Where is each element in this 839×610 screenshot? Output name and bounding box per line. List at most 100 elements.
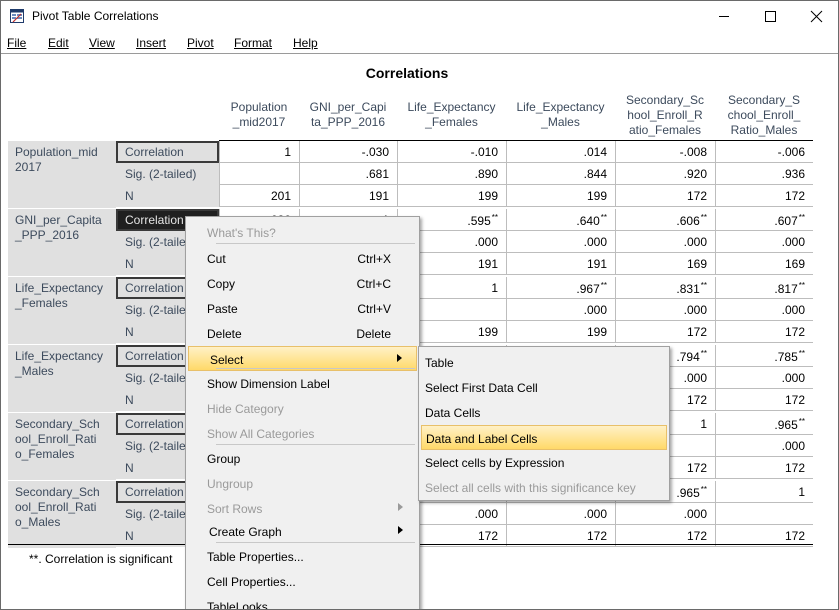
maximize-button[interactable] [747, 1, 793, 32]
select-submenu-item[interactable]: Data Cells [421, 400, 667, 425]
menu-separator [216, 368, 415, 369]
minimize-button[interactable] [701, 1, 747, 32]
table-cell[interactable]: 201 [219, 185, 299, 207]
select-submenu-item: Select all cells with this significance … [425, 481, 636, 495]
column-header[interactable]: Secondary_Sc hool_Enroll_R atio_Females [615, 90, 715, 140]
table-cell[interactable]: 172 [715, 321, 813, 343]
select-submenu-item[interactable]: Select cells by Expression [421, 450, 667, 475]
menu-insert[interactable]: Insert [136, 36, 166, 50]
table-cell[interactable]: 172 [715, 389, 813, 411]
row-group-label[interactable]: Population_mid 2017 [8, 141, 116, 208]
context-menu-item[interactable]: Copy Ctrl+C [188, 271, 417, 296]
table-cell[interactable]: .000 [715, 231, 813, 253]
table-cell[interactable]: .000 [506, 503, 615, 525]
significance-marker: ** [491, 213, 498, 222]
table-cell[interactable]: .844 [506, 163, 615, 185]
context-menu-item[interactable]: Group [188, 446, 417, 471]
table-cell[interactable]: 199 [397, 185, 506, 207]
table-cell[interactable]: .000 [715, 299, 813, 321]
menu-view[interactable]: View [89, 36, 115, 50]
close-button[interactable] [793, 1, 838, 32]
table-cell[interactable]: .967** [506, 277, 615, 299]
row-stat-label[interactable]: Correlation [116, 141, 219, 163]
column-header[interactable]: GNI_per_Capi ta_PPP_2016 [299, 90, 397, 140]
submenu-arrow-icon [397, 354, 402, 362]
pivot-table-window: Pivot Table Correlations File Edit View … [0, 0, 839, 610]
table-cell[interactable]: 172 [615, 321, 715, 343]
table-cell[interactable]: .817** [715, 277, 813, 299]
significance-marker: ** [700, 349, 707, 358]
select-submenu-item[interactable]: Table [421, 350, 667, 375]
menu-edit[interactable]: Edit [48, 36, 69, 50]
table-title: Correlations [365, 65, 449, 81]
row-group-label[interactable]: Life_Expectancy _Females [8, 277, 116, 344]
table-cell[interactable]: .000 [506, 231, 615, 253]
menu-help[interactable]: Help [293, 36, 318, 50]
table-cell[interactable]: 172 [615, 185, 715, 207]
column-header[interactable]: Life_Expectancy _Males [506, 90, 615, 140]
table-cell[interactable]: .000 [715, 435, 813, 457]
table-cell[interactable] [219, 163, 299, 185]
column-header[interactable]: Population _mid2017 [219, 90, 299, 140]
table-cell[interactable]: 199 [506, 185, 615, 207]
menu-pivot[interactable]: Pivot [187, 36, 214, 50]
table-cell[interactable]: .606** [615, 209, 715, 231]
table-cell[interactable] [715, 503, 813, 525]
table-cell[interactable]: -.006 [715, 141, 813, 163]
table-cell[interactable]: 172 [715, 185, 813, 207]
table-cell[interactable]: .936 [715, 163, 813, 185]
row-group-label[interactable]: Life_Expectancy _Males [8, 345, 116, 412]
row-group-label[interactable]: Secondary_Sch ool_Enroll_Rati o_Males [8, 481, 116, 548]
context-menu-item[interactable]: Delete Delete [188, 321, 417, 346]
significance-marker: ** [798, 417, 805, 426]
select-submenu-item[interactable]: Data and Label Cells [421, 425, 667, 450]
context-menu-item[interactable]: Show Dimension Label [188, 371, 417, 396]
submenu-arrow-icon [398, 503, 403, 511]
table-cell[interactable]: .640** [506, 209, 615, 231]
table-cell[interactable]: 172 [715, 457, 813, 479]
significance-marker: ** [700, 281, 707, 290]
table-cell[interactable]: .831** [615, 277, 715, 299]
table-cell[interactable]: .681 [299, 163, 397, 185]
row-group-label[interactable]: GNI_per_Capita _PPP_2016 [8, 209, 116, 276]
table-cell[interactable]: 169 [715, 253, 813, 275]
table-cell[interactable]: .785** [715, 345, 813, 367]
context-menu-item[interactable]: Cell Properties... [188, 569, 417, 594]
context-menu-item[interactable]: Table Properties... [188, 544, 417, 569]
menu-file[interactable]: File [7, 36, 26, 50]
context-menu-item[interactable]: TableLooks... [188, 594, 417, 609]
table-cell[interactable]: 1 [219, 141, 299, 163]
table-footnote: **. Correlation is significant [29, 552, 173, 566]
table-cell[interactable]: .920 [615, 163, 715, 185]
table-cell[interactable]: .000 [615, 503, 715, 525]
context-menu-item[interactable]: Cut Ctrl+X [188, 246, 417, 271]
table-cell[interactable]: -.008 [615, 141, 715, 163]
table-cell[interactable]: .000 [506, 299, 615, 321]
table-cell[interactable]: 199 [506, 321, 615, 343]
table-cell[interactable]: .000 [615, 231, 715, 253]
row-group-label[interactable]: Secondary_Sch ool_Enroll_Rati o_Females [8, 413, 116, 480]
table-cell[interactable]: -.010 [397, 141, 506, 163]
context-menu-item[interactable]: Paste Ctrl+V [188, 296, 417, 321]
select-submenu-item[interactable]: Select First Data Cell [421, 375, 667, 400]
table-cell[interactable]: .014 [506, 141, 615, 163]
table-cell[interactable]: .890 [397, 163, 506, 185]
row-stat-label[interactable]: N [116, 185, 219, 207]
table-cell[interactable]: .000 [715, 367, 813, 389]
context-menu-item: Ungroup [207, 477, 254, 491]
table-cell[interactable]: -.030 [299, 141, 397, 163]
table-cell[interactable]: .607** [715, 209, 813, 231]
table-cell[interactable]: .965** [715, 413, 813, 435]
column-header[interactable]: Life_Expectancy _Females [397, 90, 506, 140]
column-header[interactable]: Secondary_S chool_Enroll_ Ratio_Males [715, 90, 813, 140]
context-menu-item[interactable]: Create Graph [188, 519, 417, 544]
table-cell[interactable]: 169 [615, 253, 715, 275]
window-title: Pivot Table Correlations [32, 9, 159, 23]
table-cell[interactable]: 191 [506, 253, 615, 275]
table-cell[interactable]: 1 [715, 481, 813, 503]
table-cell[interactable]: .000 [615, 299, 715, 321]
menu-format[interactable]: Format [234, 36, 272, 50]
table-cell[interactable]: 191 [299, 185, 397, 207]
row-stat-label[interactable]: Sig. (2-tailed) [116, 163, 219, 185]
context-menu: What's This? Cut Ctrl+X Copy Ctrl+C Paste Ctrl… [185, 216, 420, 609]
